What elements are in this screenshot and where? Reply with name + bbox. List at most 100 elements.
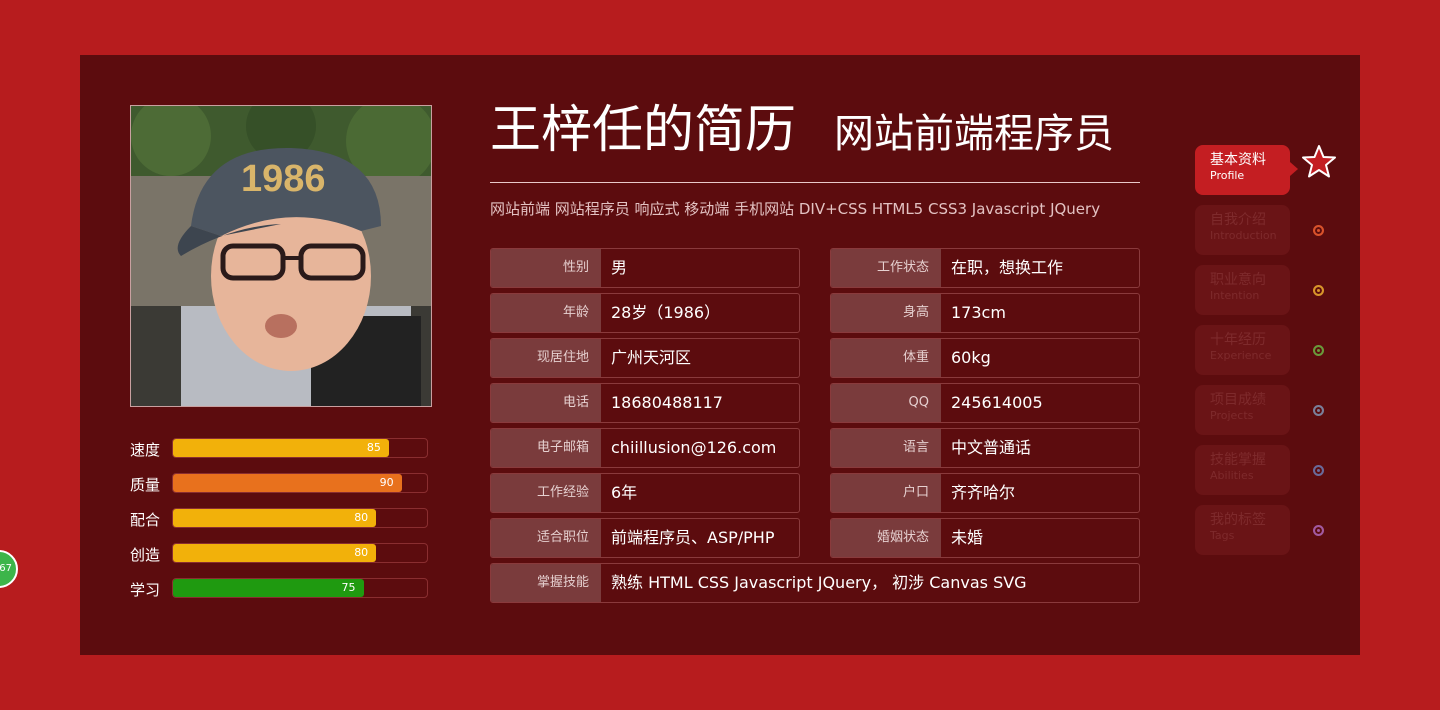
info-row-weight: 体重 60kg xyxy=(830,338,1140,378)
info-key: 电话 xyxy=(491,384,601,422)
info-value: 熟练 HTML CSS Javascript JQuery， 初涉 Canvas… xyxy=(611,573,1027,592)
floating-badge[interactable]: 67 xyxy=(0,550,18,588)
nav-item-projects[interactable]: 项目成绩 Projects xyxy=(1195,385,1290,435)
nav-item-profile[interactable]: 基本资料 Profile xyxy=(1195,145,1298,195)
nav-label: 职业意向 xyxy=(1210,272,1266,288)
info-value: 173cm xyxy=(951,303,1006,322)
info-key: 电子邮箱 xyxy=(491,429,601,467)
nav-dot-icon[interactable] xyxy=(1313,465,1324,476)
info-row-qq: QQ 245614005 xyxy=(830,383,1140,423)
star-icon xyxy=(1302,145,1336,178)
info-value: 前端程序员、ASP/PHP xyxy=(611,528,775,547)
skill-bar-fill: 90 xyxy=(173,474,402,492)
info-row-email: 电子邮箱 chiillusion@126.com xyxy=(490,428,800,468)
info-key: QQ xyxy=(831,384,941,422)
skill-value: 80 xyxy=(354,511,369,524)
info-key: 性别 xyxy=(491,249,601,287)
info-key: 婚姻状态 xyxy=(831,519,941,557)
skill-label: 创造 xyxy=(130,546,161,564)
nav-dot-icon[interactable] xyxy=(1313,345,1324,356)
resume-card: 1986 速度 85 质量 90 配合 80 创造 80 学习 75 王梓任的简… xyxy=(80,55,1360,655)
nav-dot-icon[interactable] xyxy=(1313,285,1324,296)
nav-label: 项目成绩 xyxy=(1210,392,1266,408)
resume-role: 网站前端程序员 xyxy=(834,111,1115,157)
info-row-phone: 电话 18680488117 xyxy=(490,383,800,423)
info-value: 未婚 xyxy=(951,528,984,547)
nav-dot-icon[interactable] xyxy=(1313,525,1324,536)
nav-sublabel: Abilities xyxy=(1210,469,1254,482)
info-key: 工作状态 xyxy=(831,249,941,287)
skill-bar-track: 90 xyxy=(172,473,428,493)
nav-item-abilities[interactable]: 技能掌握 Abilities xyxy=(1195,445,1290,495)
info-value: 28岁（1986） xyxy=(611,303,721,322)
skill-bar-fill: 80 xyxy=(173,544,377,562)
page-title: 王梓任的简历 网站前端程序员 xyxy=(490,99,1114,166)
info-value: chiillusion@126.com xyxy=(611,438,777,457)
nav-sublabel: Profile xyxy=(1210,169,1245,182)
skill-row: 速度 85 xyxy=(130,438,430,473)
keyword-tags: 网站前端 网站程序员 响应式 移动端 手机网站 DIV+CSS HTML5 CS… xyxy=(490,200,1101,218)
info-row-gender: 性别男 xyxy=(490,248,800,288)
info-row-position: 适合职位 前端程序员、ASP/PHP xyxy=(490,518,800,558)
skill-value: 90 xyxy=(379,476,394,489)
nav-item-tags[interactable]: 我的标签 Tags xyxy=(1195,505,1290,555)
skill-bar-fill: 85 xyxy=(173,439,389,457)
info-value: 中文普通话 xyxy=(951,438,1032,457)
skills-panel: 速度 85 质量 90 配合 80 创造 80 学习 75 xyxy=(130,438,430,613)
nav-item-experience[interactable]: 十年经历 Experience xyxy=(1195,325,1290,375)
nav-sublabel: Projects xyxy=(1210,409,1254,422)
profile-photo: 1986 xyxy=(130,105,432,407)
info-row-hukou: 户口 齐齐哈尔 xyxy=(830,473,1140,513)
info-row-language: 语言 中文普通话 xyxy=(830,428,1140,468)
info-value: 齐齐哈尔 xyxy=(951,483,1016,502)
nav-label: 基本资料 xyxy=(1210,152,1266,168)
nav-label: 我的标签 xyxy=(1210,512,1266,528)
info-key: 语言 xyxy=(831,429,941,467)
info-row-height: 身高 173cm xyxy=(830,293,1140,333)
info-value: 广州天河区 xyxy=(611,348,692,367)
info-key: 体重 xyxy=(831,339,941,377)
skill-row: 配合 80 xyxy=(130,508,430,543)
info-row-marital: 婚姻状态 未婚 xyxy=(830,518,1140,558)
info-key: 现居住地 xyxy=(491,339,601,377)
nav-sublabel: Intention xyxy=(1210,289,1260,302)
info-value: 在职，想换工作 xyxy=(951,258,1064,277)
nav-sublabel: Tags xyxy=(1210,529,1235,542)
info-value: 245614005 xyxy=(951,393,1043,412)
skill-label: 学习 xyxy=(130,581,161,599)
title-divider xyxy=(490,182,1140,183)
skill-label: 配合 xyxy=(130,511,161,529)
nav-label: 技能掌握 xyxy=(1210,452,1266,468)
skill-bar-fill: 80 xyxy=(173,509,377,527)
svg-text:1986: 1986 xyxy=(241,158,326,200)
info-key: 年龄 xyxy=(491,294,601,332)
resume-name: 王梓任的简历 xyxy=(490,101,797,160)
skill-row: 质量 90 xyxy=(130,473,430,508)
info-row-experience: 工作经验 6年 xyxy=(490,473,800,513)
skill-bar-track: 85 xyxy=(172,438,428,458)
info-row-work-status: 工作状态 在职，想换工作 xyxy=(830,248,1140,288)
info-value: 6年 xyxy=(611,483,638,502)
skill-bar-track: 80 xyxy=(172,543,428,563)
info-value: 男 xyxy=(611,258,628,277)
skill-value: 85 xyxy=(366,441,381,454)
nav-item-introduction[interactable]: 自我介绍 Introduction xyxy=(1195,205,1290,255)
info-key: 掌握技能 xyxy=(491,564,601,602)
info-key: 工作经验 xyxy=(491,474,601,512)
info-row-residence: 现居住地 广州天河区 xyxy=(490,338,800,378)
skill-row: 创造 80 xyxy=(130,543,430,578)
info-row-skills: 掌握技能 熟练 HTML CSS Javascript JQuery， 初涉 Ca… xyxy=(490,563,1140,603)
info-key: 户口 xyxy=(831,474,941,512)
skill-value: 80 xyxy=(354,546,369,559)
info-row-age: 年龄 28岁（1986） xyxy=(490,293,800,333)
info-key: 身高 xyxy=(831,294,941,332)
info-value: 60kg xyxy=(951,348,991,367)
nav-label: 自我介绍 xyxy=(1210,212,1266,228)
nav-item-intention[interactable]: 职业意向 Intention xyxy=(1195,265,1290,315)
nav-sublabel: Experience xyxy=(1210,349,1272,362)
skill-bar-track: 80 xyxy=(172,508,428,528)
nav-dot-icon[interactable] xyxy=(1313,405,1324,416)
skill-bar-track: 75 xyxy=(172,578,428,598)
nav-dot-icon[interactable] xyxy=(1313,225,1324,236)
info-value: 18680488117 xyxy=(611,393,723,412)
